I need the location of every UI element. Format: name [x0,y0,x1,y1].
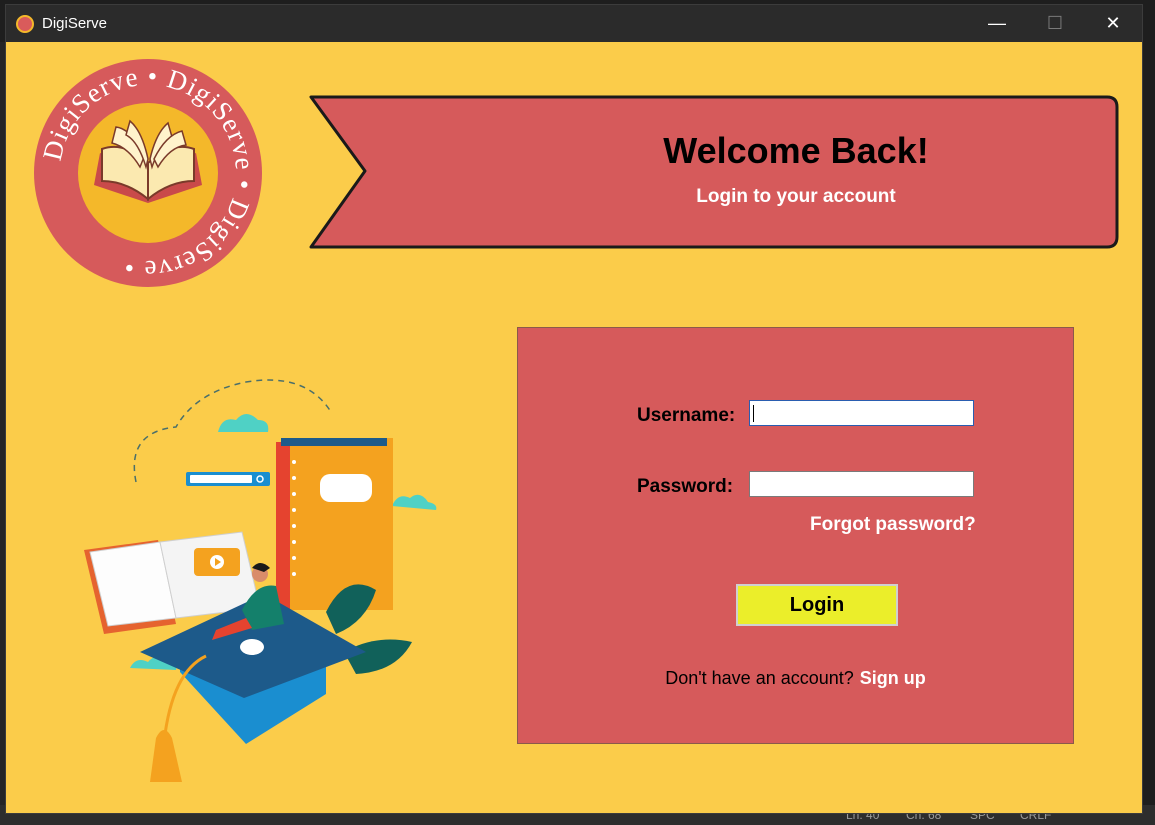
maximize-button[interactable]: ☐ [1026,5,1084,42]
welcome-banner [309,95,1119,249]
login-form-panel: Username: Password: Forgot password? Log… [517,327,1074,744]
graduation-study-illustration [84,379,437,782]
minimize-button[interactable]: — [968,5,1026,42]
username-field[interactable] [749,400,974,426]
text-caret [753,405,754,422]
signup-prompt: Don't have an account? [665,668,854,688]
banner-title: Welcome Back! [663,130,929,171]
signup-row: Don't have an account? Sign up [518,668,1073,689]
main-content: DigiServe • DigiServe • DigiServe • Welc… [6,42,1142,813]
digiserve-logo: DigiServe • DigiServe • DigiServe • [34,59,262,287]
forgot-password-link[interactable]: Forgot password? [810,514,976,536]
search-bar-graphic [186,472,270,486]
password-label: Password: [637,476,734,497]
login-button[interactable]: Login [736,584,898,626]
username-label: Username: [637,405,736,426]
signup-link[interactable]: Sign up [860,668,926,688]
password-field[interactable] [749,471,974,497]
title-bar[interactable]: DigiServe — ☐ ✕ [6,5,1142,42]
app-icon [16,15,34,33]
window-title: DigiServe [42,15,108,32]
banner-subtitle: Login to your account [696,186,896,207]
app-window: DigiServe — ☐ ✕ DigiServe • DigiServe • … [5,4,1143,814]
notebook-graphic [276,438,393,610]
close-button[interactable]: ✕ [1084,5,1142,42]
